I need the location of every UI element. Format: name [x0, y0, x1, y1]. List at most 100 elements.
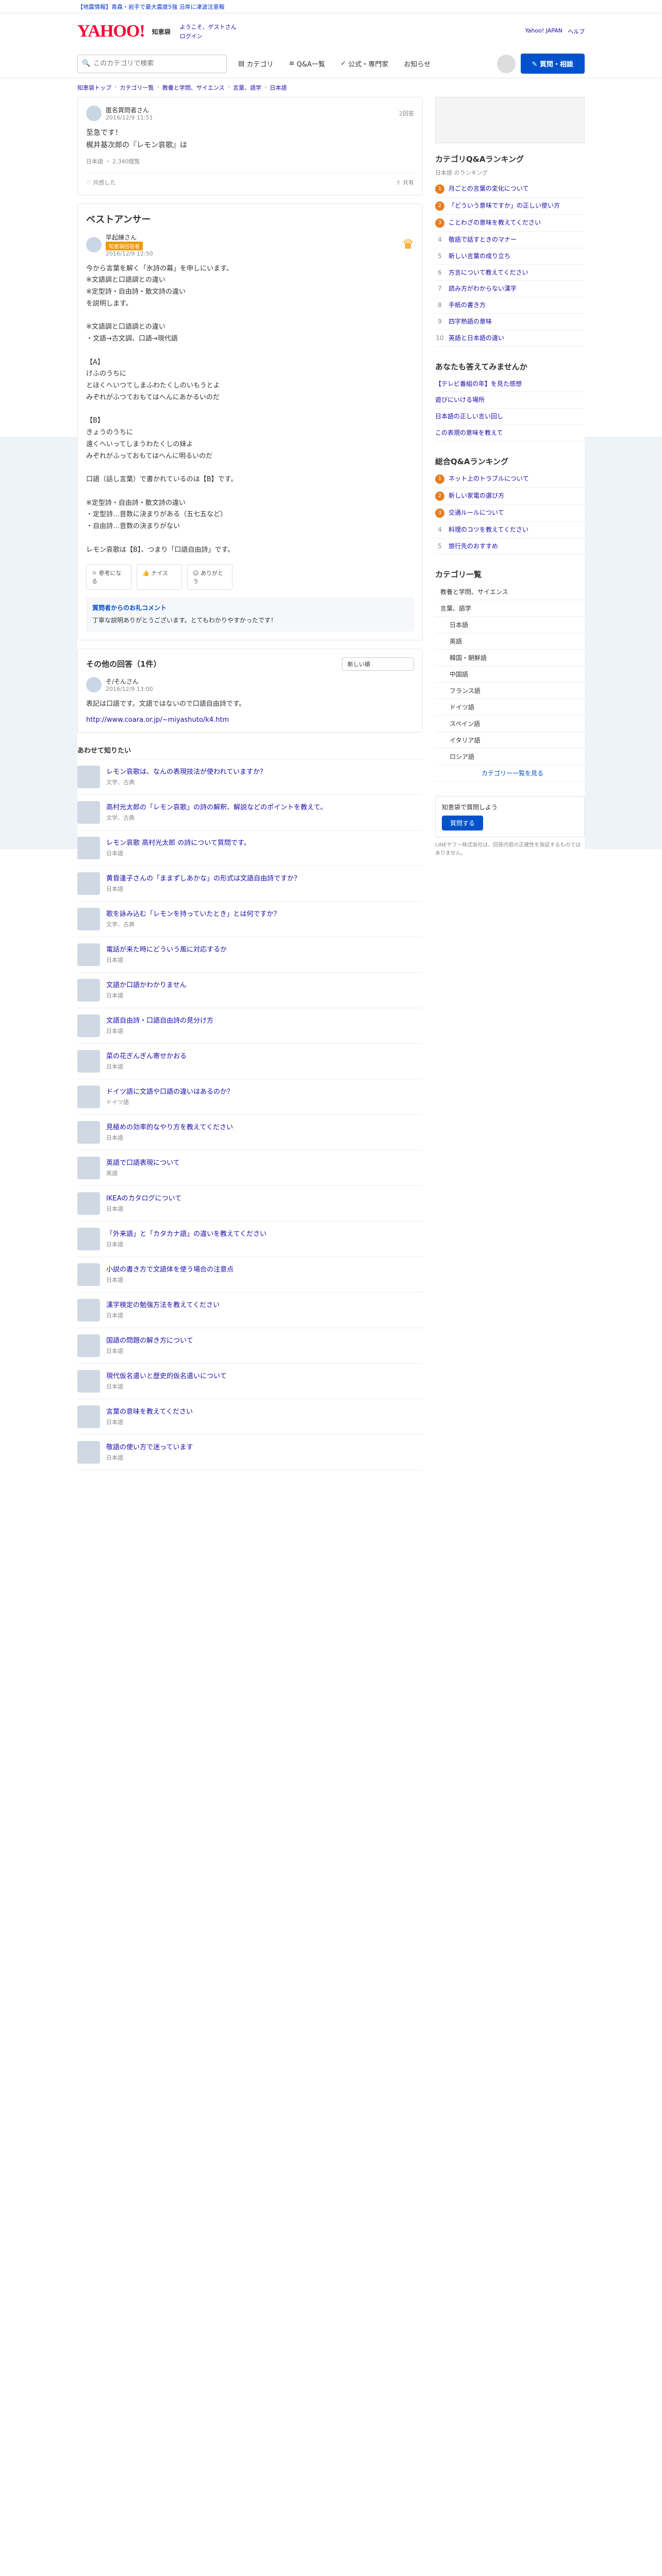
ranking-item[interactable]: 1 月ごとの言葉の変化について [435, 181, 585, 198]
recommend-title[interactable]: レモン哀歌 高村光太郎 の詩について質問です。 [106, 839, 423, 848]
tab-news[interactable]: お知らせ [400, 56, 435, 72]
subcategory-item[interactable]: 日本語 [435, 617, 585, 634]
recommend-title[interactable]: 黄昏逢子さんの「ままずしあかな」の形式は文語自由詩ですか？ [106, 874, 423, 884]
answerer-avatar[interactable] [86, 237, 102, 253]
recommend-item[interactable]: 現代仮名遣いと歴史的仮名遣いについて 日本語 [77, 1364, 423, 1400]
recommend-title[interactable]: 国語の問題の解き方について [106, 1336, 423, 1346]
invite-item[interactable]: 日本語の正しい言い回し [435, 409, 585, 425]
promo-ask-button[interactable]: 質問する [442, 816, 484, 831]
recommend-item[interactable]: 文語か口語かわかりません 日本語 [77, 973, 423, 1009]
recommend-title[interactable]: IKEAのカタログについて [106, 1194, 423, 1204]
news-ticker[interactable]: 【地震情報】青森・岩手で最大震度5強 沿岸に津波注意報 [0, 0, 662, 13]
other-answerer-name[interactable]: そ/そんさん [106, 677, 153, 686]
subcategory-item[interactable]: ドイツ語 [435, 699, 585, 716]
recommend-title[interactable]: 文語か口語かわかりません [106, 981, 423, 990]
recommend-item[interactable]: 高村光太郎の「レモン哀歌」の詩の解釈、解説などのポイントを教えて。 文学、古典 [77, 795, 423, 831]
subcategory-item[interactable]: フランス語 [435, 683, 585, 700]
tab-experts[interactable]: ✓ 公式・専門家 [336, 56, 392, 72]
subcategory-item[interactable]: 英語 [435, 633, 585, 650]
general-ranking-item[interactable]: 1 ネット上のトラブルについて [435, 471, 585, 488]
subcategory-item[interactable]: 中国語 [435, 666, 585, 683]
more-categories-link[interactable]: カテゴリー一覧を見る [435, 765, 585, 782]
recommend-item[interactable]: 英語で口語表現について 英語 [77, 1150, 423, 1187]
breadcrumb-item[interactable]: 日本語 [270, 83, 287, 92]
yahoo-japan-link[interactable]: Yahoo! JAPAN [525, 27, 562, 36]
reaction-thanks-button[interactable]: ☺ ありがとう [187, 564, 233, 590]
recommend-item[interactable]: ドイツ語に文語や口語の違いはあるのか？ ドイツ語 [77, 1079, 423, 1115]
ranking-item[interactable]: 10 英語と日本語の違い [435, 330, 585, 347]
reaction-helpful-button[interactable]: ☼ 参考になる [86, 564, 131, 590]
invite-item[interactable]: この表現の意味を教えて [435, 425, 585, 442]
recommend-item[interactable]: 言葉の意味を教えてください 日本語 [77, 1399, 423, 1435]
recommend-item[interactable]: 敬語の使い方で迷っています 日本語 [77, 1435, 423, 1471]
reference-link[interactable]: http://www.coara.or.jp/~miyashuto/k4.htm [86, 716, 414, 724]
subcategory-item[interactable]: イタリア語 [435, 732, 585, 749]
recommend-title[interactable]: 敬語の使い方で迷っています [106, 1443, 423, 1452]
subcategory-item[interactable]: ロシア語 [435, 749, 585, 766]
recommend-item[interactable]: 黄昏逢子さんの「ままずしあかな」の形式は文語自由詩ですか？ 日本語 [77, 866, 423, 902]
service-name[interactable]: 知恵袋 [152, 27, 171, 36]
recommend-item[interactable]: レモン哀歌 高村光太郎 の詩について質問です。 日本語 [77, 831, 423, 867]
ranking-item[interactable]: 7 読み方がわからない漢字 [435, 281, 585, 298]
breadcrumb-item[interactable]: 教養と学問、サイエンス [162, 83, 225, 92]
recommend-item[interactable]: 電話が来た時にどういう風に対応するか 日本語 [77, 937, 423, 973]
recommend-title[interactable]: 漢字検定の勉強方法を教えてください [106, 1301, 423, 1310]
subcategory-item[interactable]: スペイン語 [435, 716, 585, 733]
recommend-title[interactable]: 小説の書き方で文語体を使う場合の注意点 [106, 1265, 423, 1275]
ad-banner[interactable] [435, 97, 585, 143]
recommend-title[interactable]: 現代仮名遣いと歴史的仮名遣いについて [106, 1372, 423, 1381]
recommend-item[interactable]: 歌を詠み込む「レモンを持っていたとき」とは何ですか？ 文学、古典 [77, 902, 423, 938]
search-input[interactable] [93, 60, 222, 67]
recommend-title[interactable]: 歌を詠み込む「レモンを持っていたとき」とは何ですか？ [106, 910, 423, 919]
recommend-title[interactable]: 「外来語」と「カタカナ語」の違いを教えてください [106, 1230, 423, 1239]
reaction-nice-button[interactable]: 👍 ナイス [137, 564, 182, 590]
share-button[interactable]: ⇪ 共有 [396, 178, 414, 187]
category-item[interactable]: 教養と学問、サイエンス [435, 584, 585, 601]
recommend-item[interactable]: 文語自由詩・口語自由詩の見分け方 日本語 [77, 1008, 423, 1044]
breadcrumb-item[interactable]: カテゴリ一覧 [120, 83, 154, 92]
answerer-name[interactable]: 早起練さん [106, 233, 153, 242]
recommend-title[interactable]: 菜の花ぎんぎん寄せかおる [106, 1052, 423, 1061]
ranking-item[interactable]: 9 四字熟語の意味 [435, 314, 585, 330]
ranking-item[interactable]: 5 新しい言葉の成り立ち [435, 248, 585, 265]
recommend-item[interactable]: 見極めの効率的なやり方を教えてください 日本語 [77, 1115, 423, 1151]
yahoo-logo[interactable]: YAHOO! [77, 22, 145, 41]
user-avatar[interactable] [496, 54, 516, 73]
recommend-title[interactable]: 電話が来た時にどういう風に対応するか [106, 945, 423, 955]
recommend-item[interactable]: 菜の花ぎんぎん寄せかおる 日本語 [77, 1044, 423, 1080]
recommend-title[interactable]: 言葉の意味を教えてください [106, 1408, 423, 1417]
tab-qa-list[interactable]: ≡ Q&A一覧 [285, 56, 329, 72]
recommend-title[interactable]: 見極めの効率的なやり方を教えてください [106, 1123, 423, 1132]
recommend-title[interactable]: ドイツ語に文語や口語の違いはあるのか？ [106, 1088, 423, 1097]
invite-item[interactable]: 遊びにいける場所 [435, 392, 585, 409]
recommend-title[interactable]: 文語自由詩・口語自由詩の見分け方 [106, 1016, 423, 1026]
follow-button[interactable]: ♡ 共感した [86, 178, 115, 187]
ranking-item[interactable]: 6 方言について教えてください [435, 265, 585, 281]
recommend-item[interactable]: 漢字検定の勉強方法を教えてください 日本語 [77, 1293, 423, 1329]
recommend-title[interactable]: 英語で口語表現について [106, 1159, 423, 1168]
login-link[interactable]: ログイン [180, 32, 237, 40]
breadcrumb-item[interactable]: 言葉、語学 [233, 83, 261, 92]
breadcrumb-item[interactable]: 知恵袋トップ [77, 83, 111, 92]
tab-category[interactable]: ▤ カテゴリ [234, 56, 277, 72]
category-item[interactable]: 言葉、語学 [435, 600, 585, 617]
subcategory-item[interactable]: 韓国・朝鮮語 [435, 650, 585, 667]
recommend-title[interactable]: 高村光太郎の「レモン哀歌」の詩の解釈、解説などのポイントを教えて。 [106, 803, 423, 812]
other-answerer-avatar[interactable] [86, 676, 102, 692]
ranking-item[interactable]: 2 「どういう意味ですか」の正しい使い方 [435, 198, 585, 215]
general-ranking-item[interactable]: 2 新しい家電の選び方 [435, 488, 585, 505]
ranking-item[interactable]: 3 ことわざの意味を教えてください [435, 215, 585, 232]
recommend-item[interactable]: レモン哀歌は、なんの表現技法が使われていますか？ 文学、古典 [77, 759, 423, 795]
ranking-item[interactable]: 4 敬語で話すときのマナー [435, 232, 585, 248]
help-link[interactable]: ヘルプ [568, 27, 585, 36]
recommend-item[interactable]: IKEAのカタログについて 日本語 [77, 1186, 423, 1222]
recommend-title[interactable]: レモン哀歌は、なんの表現技法が使われていますか？ [106, 768, 423, 777]
recommend-item[interactable]: 国語の問題の解き方について 日本語 [77, 1328, 423, 1364]
recommend-item[interactable]: 「外来語」と「カタカナ語」の違いを教えてください 日本語 [77, 1222, 423, 1258]
ask-question-button[interactable]: ✎ 質問・相談 [520, 54, 585, 74]
ranking-item[interactable]: 8 手紙の書き方 [435, 297, 585, 314]
general-ranking-item[interactable]: 4 料理のコツを教えてください [435, 522, 585, 538]
invite-item[interactable]: 【テレビ番組の年】を見た感想 [435, 376, 585, 393]
sort-select[interactable]: 新しい順 [342, 657, 414, 671]
recommend-item[interactable]: 小説の書き方で文語体を使う場合の注意点 日本語 [77, 1257, 423, 1293]
